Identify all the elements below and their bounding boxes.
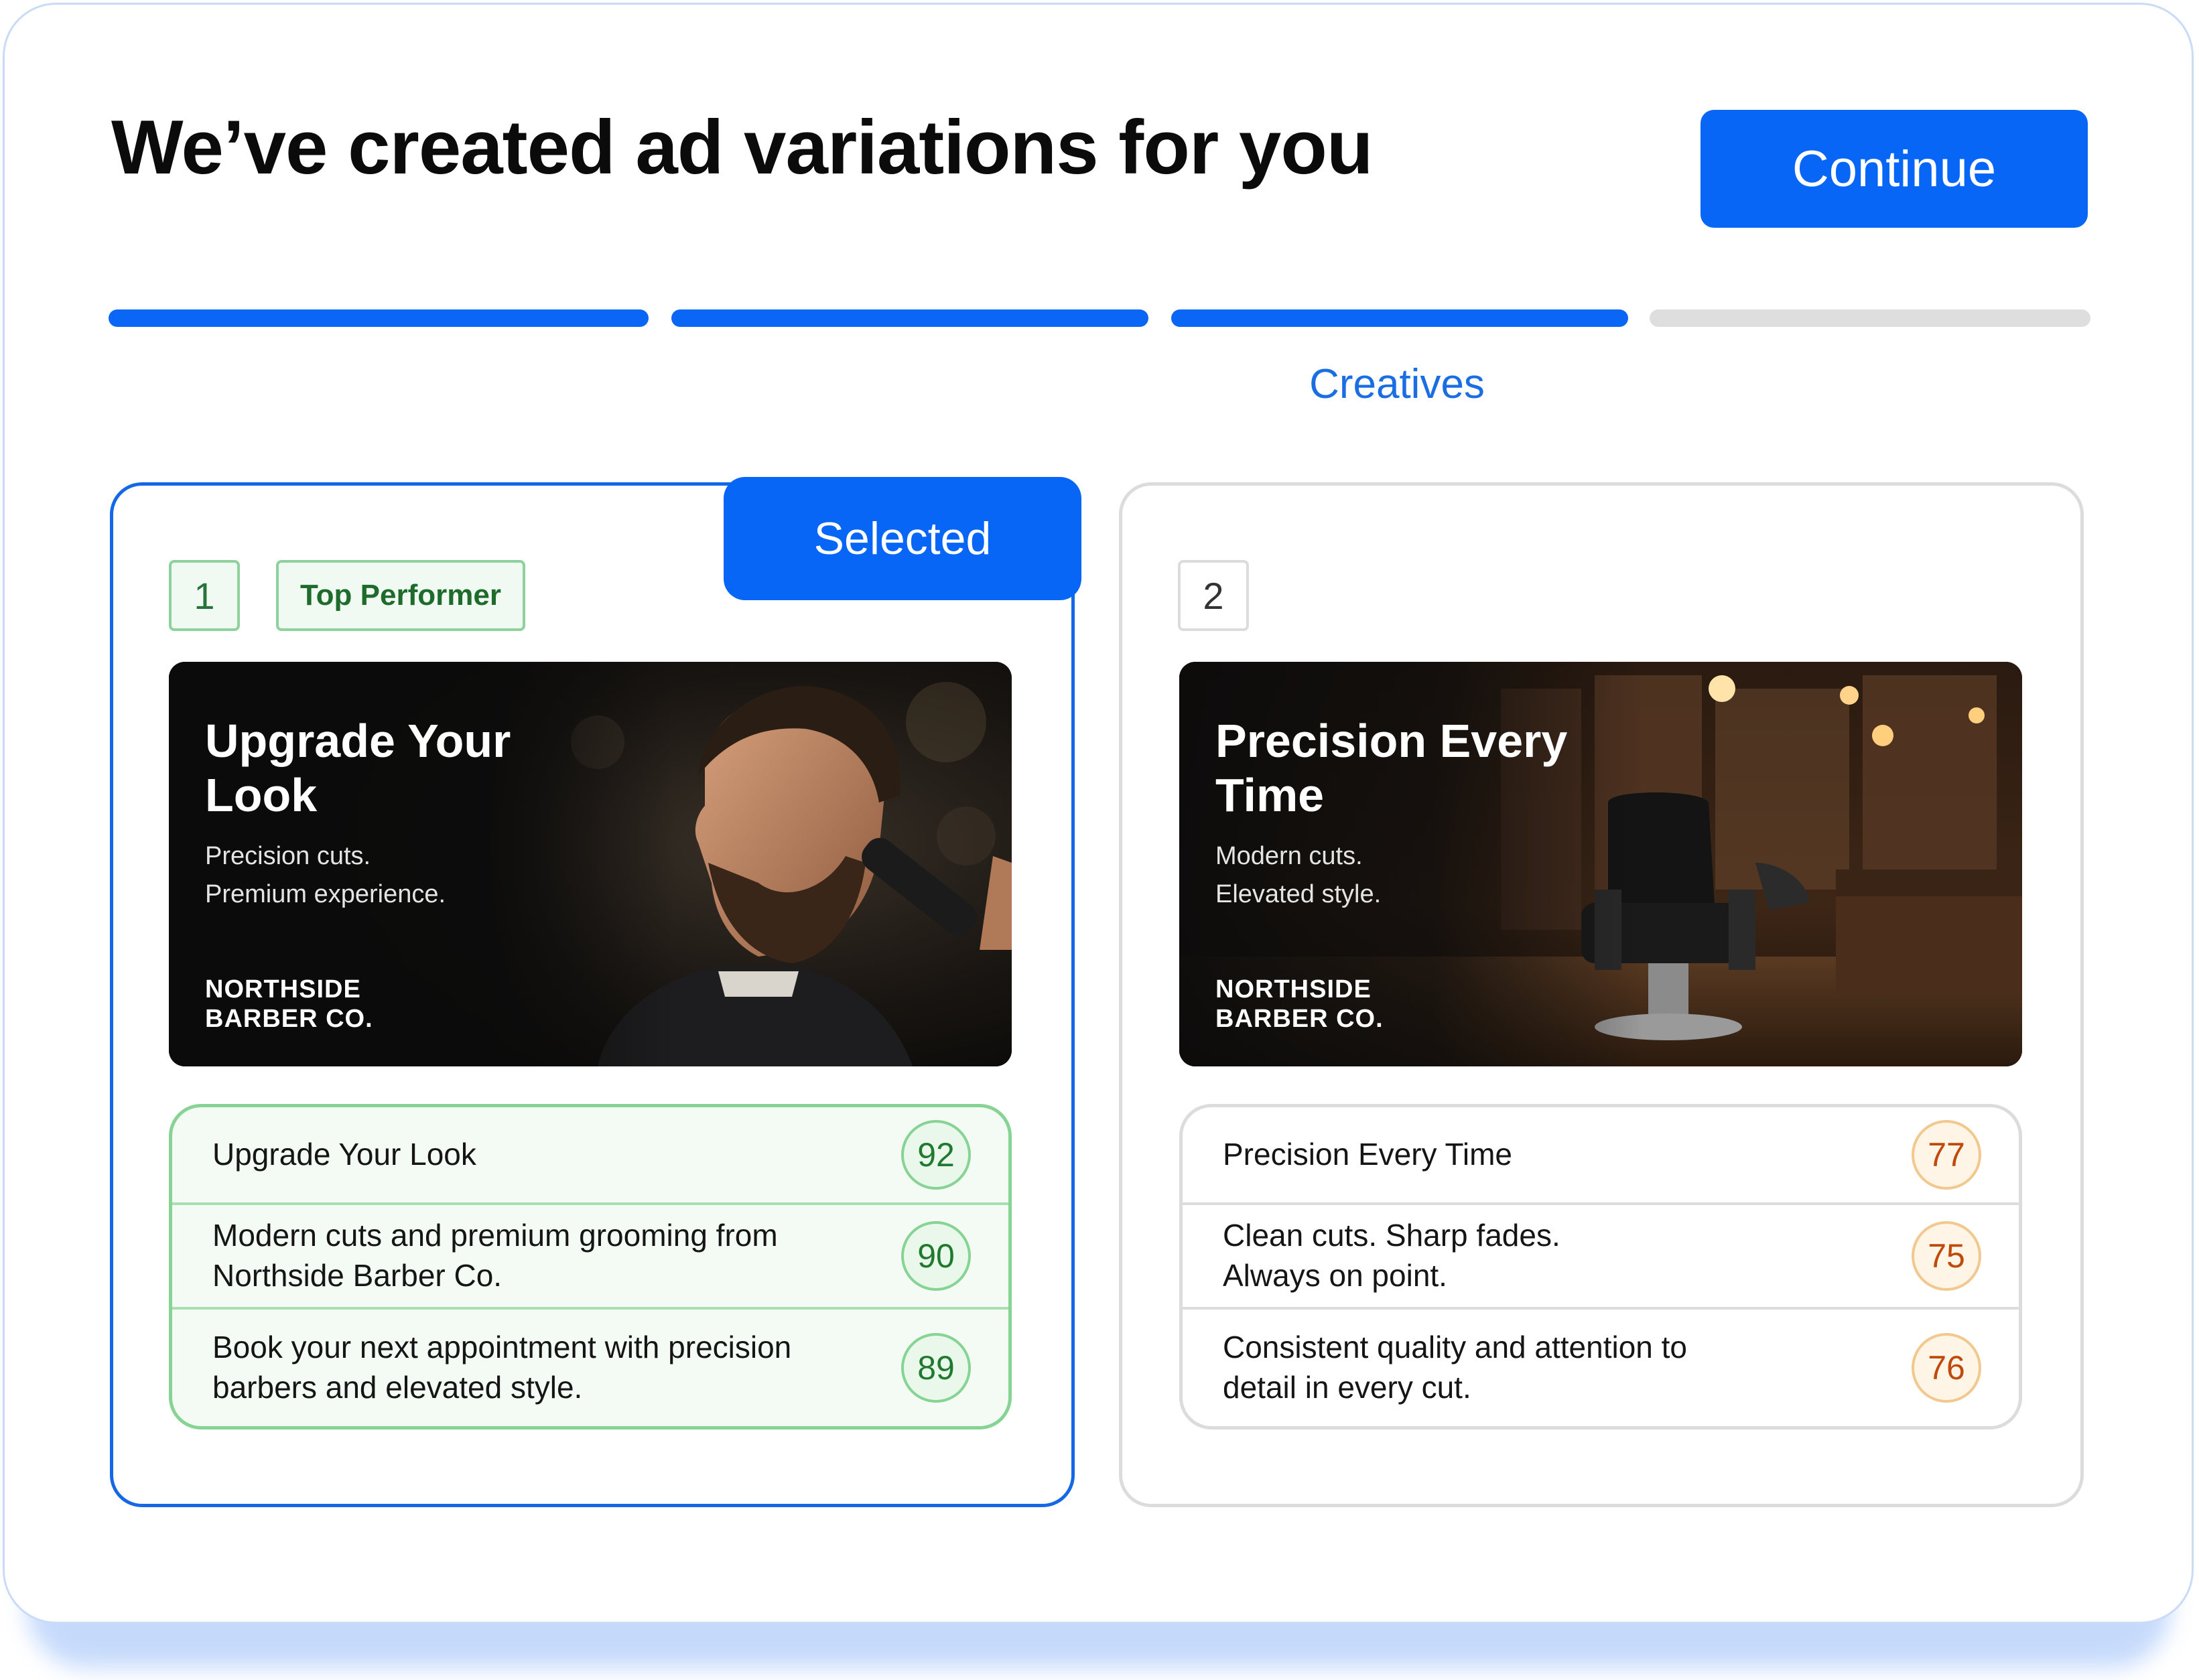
creative-subline-1: Modern cuts. xyxy=(1215,842,1363,870)
copy-score: 89 xyxy=(901,1333,971,1403)
copy-row[interactable]: Modern cuts and premium grooming from No… xyxy=(172,1202,1008,1307)
creative-subline-2: Premium experience. xyxy=(205,880,446,908)
creative-subline: Modern cuts. Elevated style. xyxy=(1215,837,1617,914)
page-title: We’ve created ad variations for you xyxy=(111,105,1374,190)
variation-number-badge: 2 xyxy=(1178,560,1249,631)
copy-row[interactable]: Book your next appointment with precisio… xyxy=(172,1307,1008,1426)
copy-text: Clean cuts. Sharp fades. Always on point… xyxy=(1223,1218,1560,1293)
creative-subline-1: Precision cuts. xyxy=(205,842,371,870)
copy-text: Book your next appointment with precisio… xyxy=(212,1330,792,1405)
creative-subline: Precision cuts. Premium experience. xyxy=(205,837,607,914)
creative-headline: Precision Every Time xyxy=(1215,715,1568,821)
top-performer-badge: Top Performer xyxy=(276,560,525,631)
ad-creative-preview-1[interactable]: Upgrade Your Look Precision cuts. Premiu… xyxy=(169,662,1012,1066)
creative-brand: NORTHSIDE BARBER CO. xyxy=(1215,975,1416,1034)
variation-number-badge: 1 xyxy=(169,560,240,631)
creative-brand-line-2: BARBER CO. xyxy=(205,1004,373,1033)
step-progress-bar xyxy=(109,309,2090,327)
copy-scores-list-2: Precision Every Time 77 Clean cuts. Shar… xyxy=(1179,1104,2022,1429)
copy-scores-list-1: Upgrade Your Look 92 Modern cuts and pre… xyxy=(169,1104,1012,1429)
creative-brand-line-2: BARBER CO. xyxy=(1215,1004,1384,1033)
creative-brand-line-1: NORTHSIDE xyxy=(205,975,361,1003)
continue-button[interactable]: Continue xyxy=(1701,110,2088,228)
progress-step-2 xyxy=(671,309,1148,327)
progress-step-4 xyxy=(1650,309,2090,327)
copy-text: Consistent quality and attention to deta… xyxy=(1223,1330,1688,1405)
copy-score: 75 xyxy=(1912,1221,1981,1291)
progress-step-1 xyxy=(109,309,649,327)
selected-tag: Selected xyxy=(724,477,1081,600)
copy-row[interactable]: Clean cuts. Sharp fades. Always on point… xyxy=(1183,1202,2019,1307)
copy-text: Modern cuts and premium grooming from No… xyxy=(212,1218,778,1293)
creative-subline-2: Elevated style. xyxy=(1215,880,1382,908)
copy-row[interactable]: Consistent quality and attention to deta… xyxy=(1183,1307,2019,1426)
copy-score: 90 xyxy=(901,1221,971,1291)
copy-score: 92 xyxy=(901,1120,971,1190)
copy-row[interactable]: Upgrade Your Look 92 xyxy=(172,1107,1008,1202)
creative-headline: Upgrade Your Look xyxy=(205,715,511,821)
copy-score: 77 xyxy=(1912,1120,1981,1190)
copy-text: Precision Every Time xyxy=(1223,1137,1513,1172)
copy-score: 76 xyxy=(1912,1333,1981,1403)
copy-row[interactable]: Precision Every Time 77 xyxy=(1183,1107,2019,1202)
progress-step-3 xyxy=(1171,309,1628,327)
copy-text: Upgrade Your Look xyxy=(212,1137,476,1172)
ad-creative-preview-2[interactable]: Precision Every Time Modern cuts. Elevat… xyxy=(1179,662,2022,1066)
creative-brand: NORTHSIDE BARBER CO. xyxy=(205,975,406,1034)
current-step-label: Creatives xyxy=(1309,361,1485,407)
creative-brand-line-1: NORTHSIDE xyxy=(1215,975,1372,1003)
